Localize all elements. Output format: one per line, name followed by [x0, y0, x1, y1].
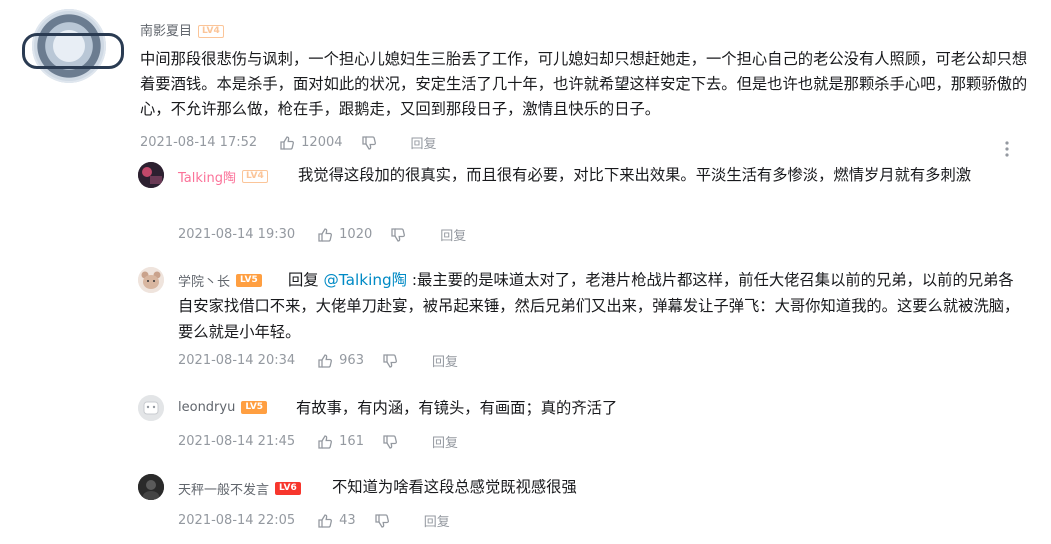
more-vertical-icon[interactable]	[1004, 140, 1010, 158]
reply-button[interactable]: 回复	[411, 133, 437, 152]
reply-text: 回复 @Talking陶 :最主要的是味道太对了，老港片枪战片都这样，前任大佬召…	[178, 267, 1026, 345]
thumbs-up-icon	[318, 513, 333, 528]
thumbs-down-icon	[383, 353, 397, 368]
reply-button[interactable]: 回复	[432, 351, 458, 370]
avatar-image	[138, 267, 164, 293]
reply-button[interactable]: 回复	[440, 225, 466, 244]
reply-text: 有故事，有内涵，有镜头，有画面；真的齐活了	[296, 399, 618, 417]
reply-meta: 2021-08-14 21:45 161 回复	[178, 432, 458, 451]
reply-meta: 2021-08-14 20:34 963 回复	[178, 351, 458, 370]
reply-text: 我觉得这段加的很真实，而且很有必要，对比下来出效果。平淡生活有多惨淡，燃情岁月就…	[298, 166, 972, 184]
avatar[interactable]	[138, 395, 164, 421]
reply-prefix: 回复	[288, 271, 319, 289]
avatar[interactable]	[22, 9, 124, 84]
level-badge: LV4	[198, 25, 224, 38]
thumbs-down-icon	[383, 434, 397, 449]
reply-button[interactable]: 回复	[424, 511, 450, 530]
level-badge: LV5	[241, 401, 268, 414]
like-button[interactable]: 963	[317, 353, 364, 369]
reply-username[interactable]: 天秤一般不发言 LV6	[178, 479, 301, 498]
reply-button[interactable]: 回复	[432, 432, 458, 451]
avatar-image	[138, 395, 164, 421]
like-button[interactable]: 161	[317, 434, 364, 450]
avatar-image	[138, 474, 164, 500]
like-count: 1020	[339, 227, 373, 242]
reply-time: 2021-08-14 21:45	[178, 434, 296, 449]
avatar[interactable]	[138, 162, 164, 188]
dislike-button[interactable]	[382, 353, 404, 369]
reply-text: 不知道为啥看这段总感觉既视感很强	[332, 478, 577, 496]
reply-time: 2021-08-14 19:30	[178, 227, 296, 242]
reply-meta: 2021-08-14 22:05 43 回复	[178, 511, 450, 530]
like-button[interactable]: 43	[317, 513, 356, 529]
avatar[interactable]	[138, 267, 164, 293]
thumbs-up-icon	[318, 434, 333, 449]
avatar-image	[138, 162, 164, 188]
comment-username[interactable]: 南影夏目 LV4	[140, 20, 224, 39]
avatar-pendant	[22, 33, 124, 69]
thumbs-up-icon	[280, 135, 295, 150]
comment-text: 中间那段很悲伤与讽刺，一个担心儿媳妇生三胎丢了工作，可儿媳妇却只想赶她走，一个担…	[140, 50, 1028, 118]
comment-time: 2021-08-14 17:52	[140, 135, 258, 150]
reply-meta: 2021-08-14 19:30 1020 回复	[178, 225, 466, 244]
like-count: 43	[339, 513, 356, 528]
dislike-button[interactable]	[382, 434, 404, 450]
like-count: 12004	[301, 135, 343, 150]
thumbs-down-icon	[391, 227, 406, 242]
thumbs-down-icon	[361, 135, 376, 150]
reply-username[interactable]: leondryu LV5	[178, 400, 268, 415]
dislike-button[interactable]	[374, 513, 396, 529]
like-button[interactable]: 1020	[317, 227, 372, 243]
like-button[interactable]: 12004	[279, 135, 343, 151]
mention-link[interactable]: @Talking陶	[323, 271, 407, 289]
thumbs-up-icon	[318, 227, 333, 242]
dislike-button[interactable]	[390, 227, 412, 243]
level-badge: LV6	[275, 482, 301, 495]
comment-meta: 2021-08-14 17:52 12004 回复	[140, 133, 437, 152]
dislike-button[interactable]	[361, 135, 383, 151]
reply-time: 2021-08-14 20:34	[178, 353, 296, 368]
main-comment: 南影夏目 LV4 中间那段很悲伤与讽刺，一个担心儿媳妇生三胎丢了工作，可儿媳妇却只…	[0, 0, 1051, 157]
avatar[interactable]	[138, 474, 164, 500]
reply-time: 2021-08-14 22:05	[178, 513, 296, 528]
like-count: 161	[339, 434, 364, 449]
thumbs-up-icon	[318, 353, 333, 368]
thumbs-down-icon	[375, 513, 389, 528]
like-count: 963	[339, 353, 364, 368]
